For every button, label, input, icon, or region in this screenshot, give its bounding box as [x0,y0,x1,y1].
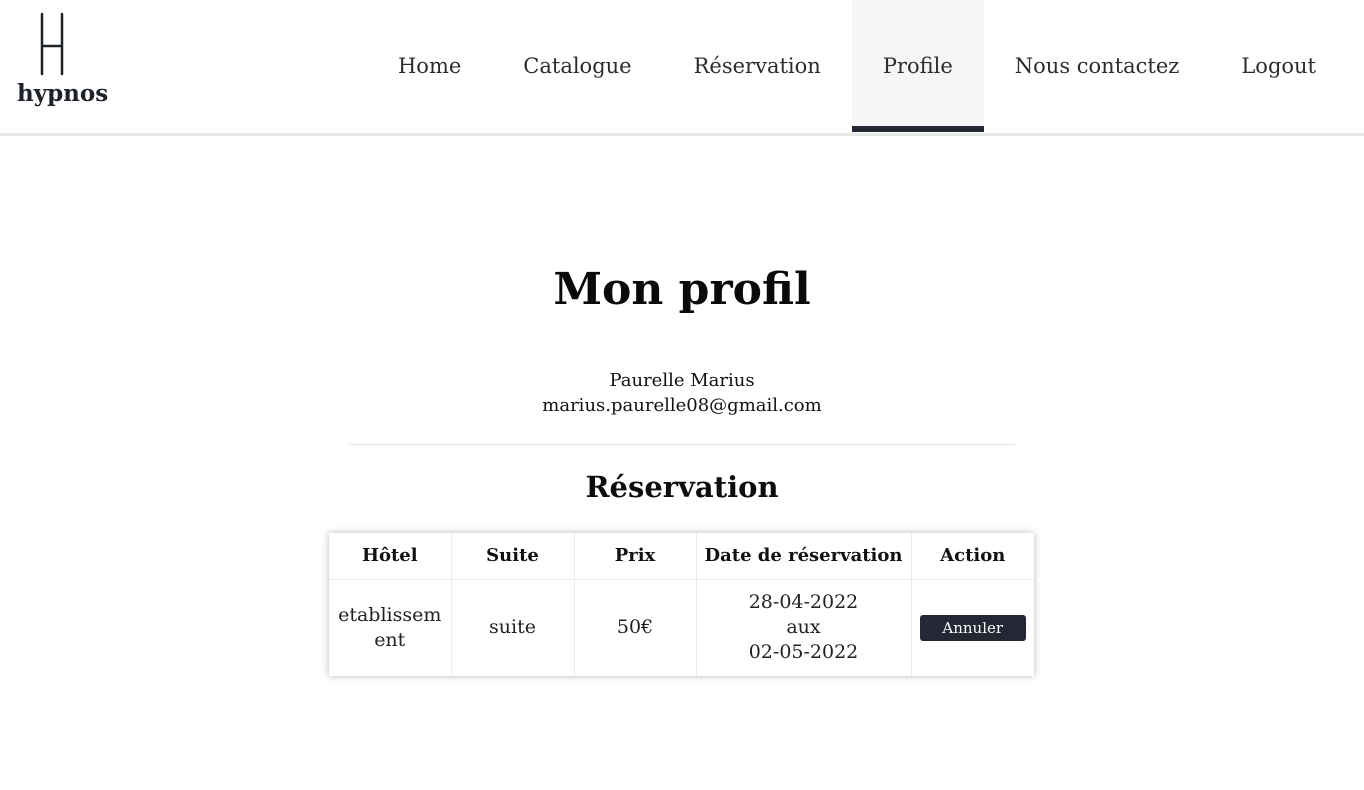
nav-item-catalogue[interactable]: Catalogue [492,0,662,132]
main-nav: Home Catalogue Réservation Profile Nous … [367,0,1364,132]
nav-item-reservation[interactable]: Réservation [663,0,852,132]
cell-hotel: etablissement [329,579,452,676]
user-email: marius.paurelle08@gmail.com [542,395,822,416]
page-title: Mon profil [553,264,811,315]
hotel-name: etablissement [338,603,442,651]
date-end: 02-05-2022 [748,641,859,664]
cell-date: 28-04-2022 aux 02-05-2022 [696,579,912,676]
cell-action: Annuler [911,579,1034,676]
column-header-suite: Suite [451,533,575,580]
nav-item-contact[interactable]: Nous contactez [984,0,1211,132]
site-header: hypnos Home Catalogue Réservation Profil… [0,0,1364,136]
nav-item-profile[interactable]: Profile [851,0,984,132]
column-header-date: Date de réservation [696,533,912,580]
logo-text: hypnos [17,80,109,107]
logo-h-icon [40,12,64,76]
column-header-price: Prix [574,533,697,580]
cell-suite: suite [451,579,575,676]
reservation-table: Hôtel Suite Prix Date de réservation Act… [329,533,1034,676]
table-header-row: Hôtel Suite Prix Date de réservation Act… [329,533,1034,580]
divider [349,444,1015,445]
table-row: etablissement suite 50€ 28-04-2022 aux 0… [329,579,1034,676]
column-header-action: Action [911,533,1034,580]
nav-item-logout[interactable]: Logout [1210,0,1364,132]
hypnos-logo[interactable]: hypnos [14,12,116,112]
date-start: 28-04-2022 [748,591,859,614]
reservation-section-title: Réservation [585,470,779,504]
date-separator: aux [786,616,821,639]
column-header-hotel: Hôtel [329,533,452,580]
user-name: Paurelle Marius [609,370,755,391]
cancel-button[interactable]: Annuler [919,614,1026,641]
cell-price: 50€ [574,579,697,676]
nav-item-home[interactable]: Home [367,0,492,132]
